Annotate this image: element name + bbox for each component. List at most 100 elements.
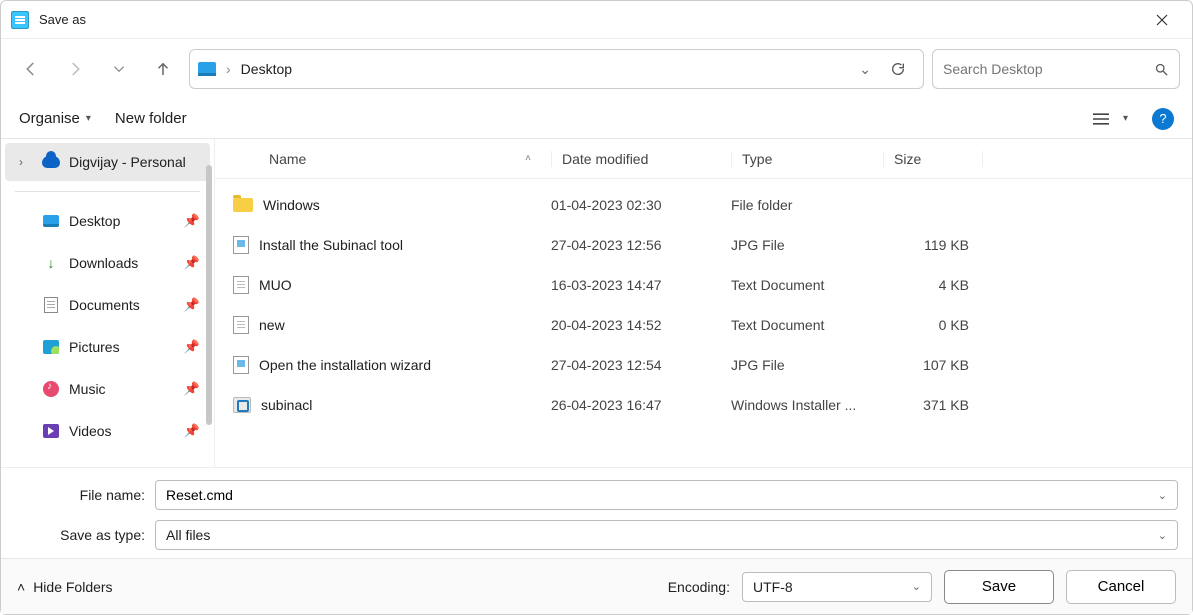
pin-icon: 📌 <box>184 213 200 229</box>
chevron-up-icon: ˄ <box>17 579 25 595</box>
filename-label: File name: <box>15 487 145 503</box>
file-icon <box>233 356 249 374</box>
breadcrumb-location[interactable]: Desktop <box>241 61 292 77</box>
search-icon <box>1154 62 1169 77</box>
file-size: 119 KB <box>883 237 983 253</box>
address-bar[interactable]: › Desktop ⌄ <box>189 49 924 89</box>
sidebar-item-label: Pictures <box>69 339 120 355</box>
column-type[interactable]: Type <box>731 151 883 167</box>
help-button[interactable]: ? <box>1152 108 1174 130</box>
file-row[interactable]: Install the Subinacl tool 27-04-2023 12:5… <box>233 225 1192 265</box>
pin-icon: 📌 <box>184 297 200 313</box>
file-type: File folder <box>731 197 883 213</box>
encoding-select[interactable]: UTF-8 ⌄ <box>742 572 932 602</box>
sidebar-item-label: Downloads <box>69 255 138 271</box>
file-date: 26-04-2023 16:47 <box>551 397 731 413</box>
organise-button[interactable]: Organise ▾ <box>19 110 91 127</box>
column-size[interactable]: Size <box>883 151 983 167</box>
file-name: Install the Subinacl tool <box>259 237 403 253</box>
file-size: 371 KB <box>883 397 983 413</box>
dropdown-caret-icon: ▾ <box>1123 113 1128 124</box>
sidebar-item-documents[interactable]: Documents 📌 <box>5 286 210 324</box>
savetype-value: All files <box>166 527 210 543</box>
forward-button[interactable] <box>57 51 93 87</box>
address-dropdown-icon[interactable]: ⌄ <box>859 61 871 78</box>
close-button[interactable] <box>1142 5 1182 35</box>
filename-input[interactable] <box>166 487 1158 503</box>
desktop-icon <box>198 62 216 76</box>
file-row[interactable]: new20-04-2023 14:52Text Document0 KB <box>233 305 1192 345</box>
search-input[interactable] <box>943 61 1146 77</box>
file-name: Open the installation wizard <box>259 357 431 373</box>
nav-row: › Desktop ⌄ <box>1 39 1192 99</box>
recent-dropdown[interactable] <box>101 51 137 87</box>
hide-folders-label: Hide Folders <box>33 579 112 595</box>
encoding-label: Encoding: <box>668 579 730 595</box>
sidebar-item-label: Music <box>69 381 106 397</box>
file-date: 27-04-2023 12:56 <box>551 237 731 253</box>
file-type: JPG File <box>731 357 883 373</box>
file-date: 01-04-2023 02:30 <box>551 197 731 213</box>
file-date: 16-03-2023 14:47 <box>551 277 731 293</box>
file-icon <box>233 198 253 212</box>
footer: ˄ Hide Folders Encoding: UTF-8 ⌄ Save Ca… <box>1 558 1192 614</box>
chevron-right-icon: › <box>19 155 33 169</box>
sidebar-item-downloads[interactable]: ↓ Downloads 📌 <box>5 244 210 282</box>
file-name: MUO <box>259 277 292 293</box>
refresh-button[interactable] <box>881 61 915 77</box>
view-options-button[interactable]: ▾ <box>1093 112 1128 126</box>
cancel-button[interactable]: Cancel <box>1066 570 1176 604</box>
sidebar: › Digvijay - Personal Desktop 📌 ↓ Downlo… <box>1 139 215 467</box>
column-name[interactable]: Name ˄ <box>233 151 551 167</box>
file-row[interactable]: MUO16-03-2023 14:47Text Document4 KB <box>233 265 1192 305</box>
file-row[interactable]: subinacl 26-04-2023 16:47Windows Installe… <box>233 385 1192 425</box>
sidebar-item-videos[interactable]: Videos 📌 <box>5 412 210 450</box>
sidebar-scrollbar[interactable] <box>204 159 214 467</box>
sidebar-item-label: Desktop <box>69 213 120 229</box>
pin-icon: 📌 <box>184 255 200 271</box>
hide-folders-button[interactable]: ˄ Hide Folders <box>17 579 113 595</box>
sidebar-item-desktop[interactable]: Desktop 📌 <box>5 202 210 240</box>
file-size: 4 KB <box>883 277 983 293</box>
dropdown-caret-icon[interactable]: ⌄ <box>1158 529 1167 542</box>
file-row[interactable]: Windows 01-04-2023 02:30File folder <box>233 185 1192 225</box>
file-type: Windows Installer ... <box>731 397 883 413</box>
file-type: Text Document <box>731 317 883 333</box>
file-list: Name ˄ Date modified Type Size Windows 01… <box>215 139 1192 467</box>
onedrive-icon <box>42 156 60 168</box>
tree-onedrive-label: Digvijay - Personal <box>69 154 186 170</box>
back-button[interactable] <box>13 51 49 87</box>
title-bar: Save as <box>1 1 1192 39</box>
search-box[interactable] <box>932 49 1180 89</box>
list-view-icon <box>1093 112 1109 126</box>
file-row[interactable]: Open the installation wizard 27-04-2023 1… <box>233 345 1192 385</box>
new-folder-button[interactable]: New folder <box>115 110 187 127</box>
file-size: 107 KB <box>883 357 983 373</box>
up-button[interactable] <box>145 51 181 87</box>
column-headers: Name ˄ Date modified Type Size <box>215 139 1192 179</box>
music-icon <box>43 381 59 397</box>
sidebar-item-music[interactable]: Music 📌 <box>5 370 210 408</box>
filename-combo[interactable]: ⌄ <box>155 480 1178 510</box>
file-icon <box>233 316 249 334</box>
savetype-combo[interactable]: All files ⌄ <box>155 520 1178 550</box>
column-date[interactable]: Date modified <box>551 151 731 167</box>
breadcrumb-separator-icon: › <box>226 61 231 77</box>
file-name: new <box>259 317 285 333</box>
downloads-icon: ↓ <box>41 255 61 271</box>
file-name: Windows <box>263 197 320 213</box>
savetype-label: Save as type: <box>15 527 145 543</box>
dropdown-caret-icon[interactable]: ⌄ <box>1158 489 1167 502</box>
organise-label: Organise <box>19 110 80 127</box>
sidebar-item-pictures[interactable]: Pictures 📌 <box>5 328 210 366</box>
new-folder-label: New folder <box>115 110 187 127</box>
file-icon <box>233 276 249 294</box>
toolbar: Organise ▾ New folder ▾ ? <box>1 99 1192 139</box>
save-button[interactable]: Save <box>944 570 1054 604</box>
pin-icon: 📌 <box>184 423 200 439</box>
dropdown-caret-icon: ⌄ <box>912 580 921 593</box>
file-name: subinacl <box>261 397 312 413</box>
file-date: 27-04-2023 12:54 <box>551 357 731 373</box>
pin-icon: 📌 <box>184 381 200 397</box>
tree-onedrive[interactable]: › Digvijay - Personal <box>5 143 210 181</box>
